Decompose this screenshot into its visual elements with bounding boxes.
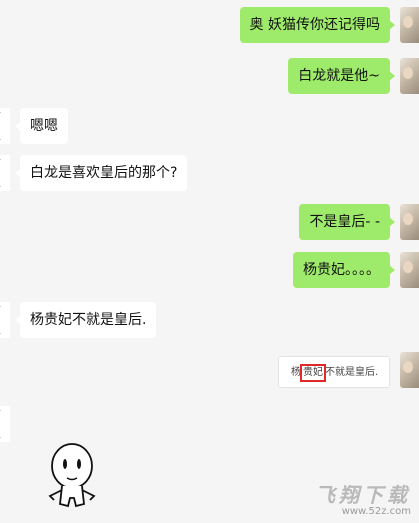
my-avatar[interactable]	[400, 252, 419, 288]
contact-avatar[interactable]	[0, 406, 10, 442]
watermark-title: 飞翔下载	[315, 483, 411, 507]
contact-avatar[interactable]	[0, 155, 10, 191]
chat-message-row: 杨贵妃不就是皇后.	[0, 302, 419, 338]
chat-message-row: 杨贵妃。。。。	[0, 252, 419, 288]
chat-bubble-outgoing[interactable]: 白龙就是他~	[288, 58, 395, 94]
screenshot-text-after: 不就是皇后.	[325, 367, 379, 378]
chat-bubble-incoming[interactable]: 杨贵妃不就是皇后.	[14, 302, 157, 338]
my-avatar[interactable]	[400, 7, 419, 43]
chat-message-row: 不是皇后- -	[0, 204, 419, 240]
chat-bubble-outgoing[interactable]: 不是皇后- -	[299, 204, 395, 240]
my-avatar[interactable]	[400, 58, 419, 94]
contact-avatar[interactable]	[0, 108, 10, 144]
chat-bubble-outgoing[interactable]: 杨贵妃。。。。	[293, 252, 395, 288]
chat-bubble-outgoing[interactable]: 奥 妖猫传你还记得吗	[239, 7, 396, 43]
contact-avatar[interactable]	[0, 302, 10, 338]
highlight-box: 贵妃	[300, 364, 326, 382]
chat-message-row: 嗯嗯	[0, 108, 419, 144]
chat-message-row: 白龙是喜欢皇后的那个?	[0, 155, 419, 191]
chat-message-row: 白龙就是他~	[0, 58, 419, 94]
chat-bubble-incoming[interactable]: 嗯嗯	[15, 108, 68, 144]
image-message-screenshot[interactable]: 杨贵妃 不就是皇后.	[278, 356, 390, 388]
my-avatar[interactable]	[400, 204, 419, 240]
chat-message-row: 奥 妖猫传你还记得吗	[0, 7, 419, 43]
chat-bubble-incoming[interactable]: 白龙是喜欢皇后的那个?	[14, 155, 188, 191]
sticker-image[interactable]	[40, 440, 104, 516]
watermark: 飞翔下载 www.52z.com	[315, 479, 411, 517]
my-avatar[interactable]	[400, 352, 419, 388]
